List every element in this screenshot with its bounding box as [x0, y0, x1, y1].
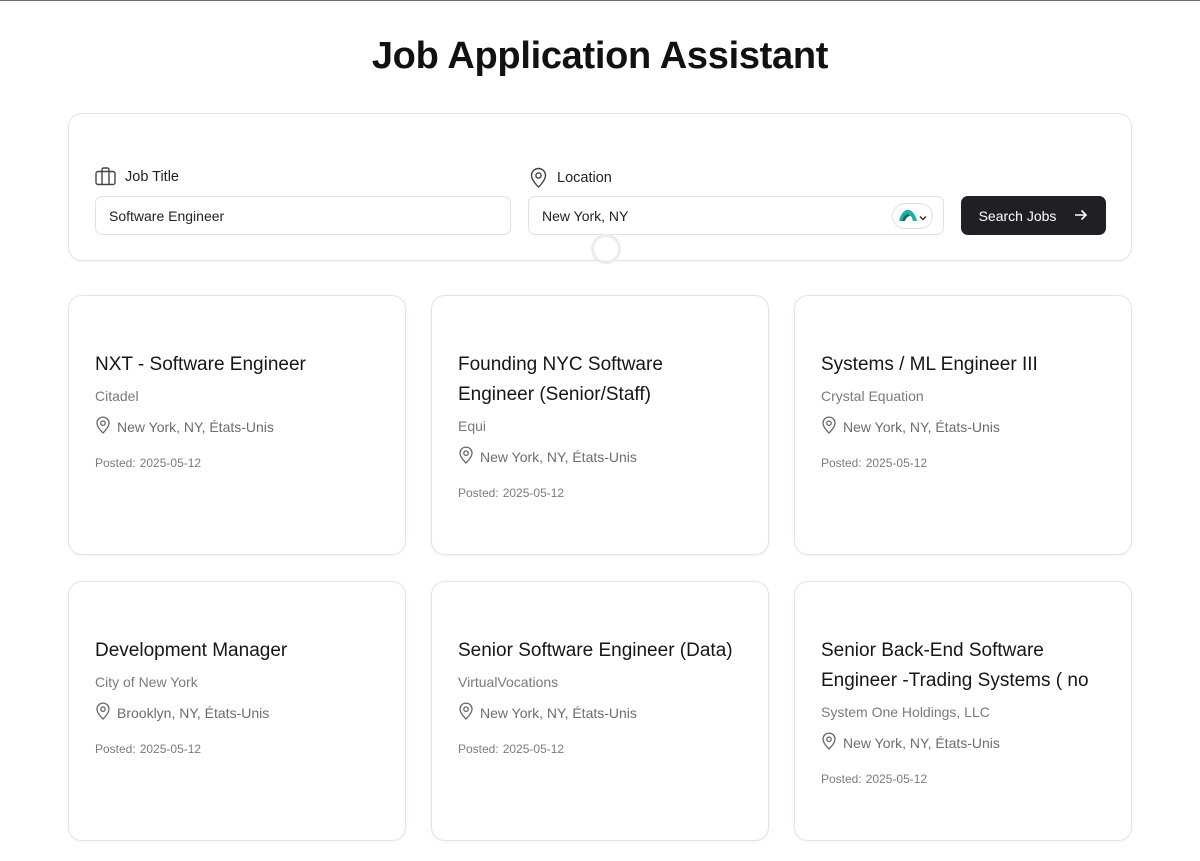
search-jobs-button[interactable]: Search Jobs	[961, 196, 1106, 235]
map-pin-icon	[458, 446, 474, 468]
job-location-text: Brooklyn, NY, États-Unis	[117, 705, 270, 721]
briefcase-icon	[95, 167, 116, 186]
job-location: New York, NY, États-Unis	[95, 416, 379, 438]
location-input-value: New York, NY	[542, 207, 629, 224]
job-title: Founding NYC Software Engineer (Senior/S…	[458, 354, 663, 405]
job-location: New York, NY, États-Unis	[458, 446, 742, 468]
arrow-right-icon	[1074, 208, 1088, 224]
job-posted: Posted: 2025-05-12	[95, 742, 379, 756]
job-location: New York, NY, États-Unis	[821, 416, 1105, 438]
job-card[interactable]: Systems / ML Engineer III Crystal Equati…	[794, 295, 1132, 555]
chevron-down-icon	[919, 208, 927, 224]
location-input[interactable]: New York, NY	[528, 196, 944, 235]
extension-badge[interactable]	[892, 203, 933, 229]
job-posted: Posted: 2025-05-12	[95, 456, 379, 470]
job-title: Systems / ML Engineer III	[821, 354, 1038, 375]
job-company: VirtualVocations	[458, 674, 559, 690]
job-location-text: New York, NY, États-Unis	[843, 735, 1000, 751]
job-card[interactable]: Development Manager City of New York Bro…	[68, 581, 406, 841]
posted-date: 2025-05-12	[865, 772, 928, 786]
search-jobs-label: Search Jobs	[978, 207, 1057, 224]
job-card[interactable]: Senior Software Engineer (Data) VirtualV…	[431, 581, 769, 841]
job-posted: Posted: 2025-05-12	[458, 486, 742, 500]
job-company: System One Holdings, LLC	[821, 704, 990, 720]
job-title-label: Job Title	[95, 167, 179, 186]
posted-date: 2025-05-12	[865, 456, 928, 470]
page-title: Job Application Assistant	[371, 35, 829, 77]
job-location-text: New York, NY, États-Unis	[843, 419, 1000, 435]
posted-date: 2025-05-12	[502, 486, 565, 500]
posted-label: Posted:	[821, 772, 862, 786]
job-location: New York, NY, États-Unis	[458, 702, 742, 724]
job-company: City of New York	[95, 674, 198, 690]
job-company: Crystal Equation	[821, 388, 924, 404]
job-card[interactable]: Founding NYC Software Engineer (Senior/S…	[431, 295, 769, 555]
job-title: Senior Software Engineer (Data)	[458, 640, 733, 661]
job-card[interactable]: NXT - Software Engineer Citadel New York…	[68, 295, 406, 555]
job-posted: Posted: 2025-05-12	[821, 772, 1105, 786]
job-title: NXT - Software Engineer	[95, 354, 306, 375]
loading-spinner	[591, 234, 621, 264]
posted-date: 2025-05-12	[502, 742, 565, 756]
job-title-input[interactable]	[95, 196, 511, 235]
job-title: Development Manager	[95, 640, 288, 661]
map-pin-icon	[95, 702, 111, 724]
location-label: Location	[529, 167, 612, 188]
job-posted: Posted: 2025-05-12	[458, 742, 742, 756]
posted-date: 2025-05-12	[139, 456, 202, 470]
job-results-grid: NXT - Software Engineer Citadel New York…	[68, 295, 1132, 841]
job-location: New York, NY, États-Unis	[821, 732, 1105, 754]
posted-date: 2025-05-12	[139, 742, 202, 756]
extension-logo-icon	[898, 208, 918, 225]
job-location: Brooklyn, NY, États-Unis	[95, 702, 379, 724]
job-location-text: New York, NY, États-Unis	[480, 705, 637, 721]
map-pin-icon	[458, 702, 474, 724]
posted-label: Posted:	[95, 742, 136, 756]
job-card[interactable]: Senior Back-End Software Engineer -Tradi…	[794, 581, 1132, 841]
job-location-text: New York, NY, États-Unis	[480, 449, 637, 465]
map-pin-icon	[821, 416, 837, 438]
map-pin-icon	[95, 416, 111, 438]
location-label-text: Location	[557, 169, 612, 186]
map-pin-icon	[821, 732, 837, 754]
job-company: Equi	[458, 418, 487, 434]
job-company: Citadel	[95, 388, 139, 404]
posted-label: Posted:	[458, 486, 499, 500]
job-title: Senior Back-End Software Engineer -Tradi…	[821, 640, 1089, 691]
posted-label: Posted:	[821, 456, 862, 470]
posted-label: Posted:	[95, 456, 136, 470]
job-location-text: New York, NY, États-Unis	[117, 419, 274, 435]
map-pin-icon	[529, 167, 548, 188]
job-posted: Posted: 2025-05-12	[821, 456, 1105, 470]
posted-label: Posted:	[458, 742, 499, 756]
job-title-label-text: Job Title	[125, 168, 179, 185]
